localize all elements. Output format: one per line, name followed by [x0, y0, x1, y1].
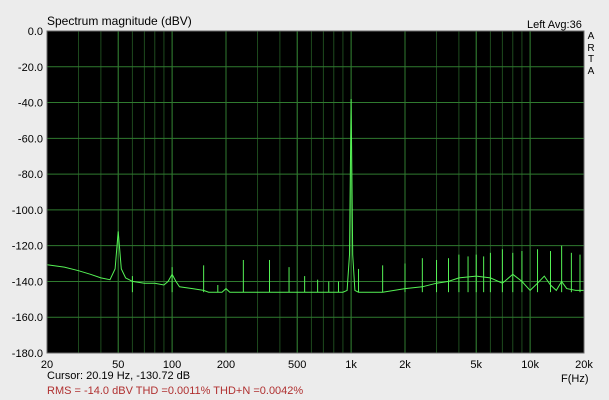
- spectrum-chart[interactable]: 0.0 -20.0 -40.0 -60.0 -80.0 -100.0 -120.0 -140.…: [0, 0, 609, 400]
- y-tick-label: -40.0: [18, 98, 43, 110]
- x-tick-label: 10k: [521, 359, 539, 371]
- y-tick-label: 0.0: [28, 26, 43, 38]
- x-tick-label: 5k: [470, 359, 482, 371]
- y-tick-label: -100.0: [12, 205, 43, 217]
- x-axis-unit-label: F(Hz): [561, 373, 589, 385]
- x-tick-label: 20k: [575, 359, 593, 371]
- x-tick-label: 200: [217, 359, 235, 371]
- y-tick-label: -120.0: [12, 241, 43, 253]
- y-tick-label: -80.0: [18, 169, 43, 181]
- y-tick-label: -60.0: [18, 133, 43, 145]
- cursor-readout: Cursor: 20.19 Hz, -130.72 dB: [47, 370, 191, 382]
- y-tick-label: -140.0: [12, 276, 43, 288]
- plot-area: [47, 31, 584, 353]
- y-tick-label: -180.0: [12, 348, 43, 360]
- measurement-readout: RMS = -14.0 dBV THD =0.0011% THD+N =0.00…: [47, 385, 304, 397]
- x-tick-label: 2k: [399, 359, 411, 371]
- x-tick-label: 500: [288, 359, 306, 371]
- y-tick-label: -20.0: [18, 62, 43, 74]
- y-tick-label: -160.0: [12, 312, 43, 324]
- spectrum-window: Spectrum magnitude (dBV) Left Avg:36 A R…: [0, 0, 609, 400]
- x-tick-label: 1k: [345, 359, 357, 371]
